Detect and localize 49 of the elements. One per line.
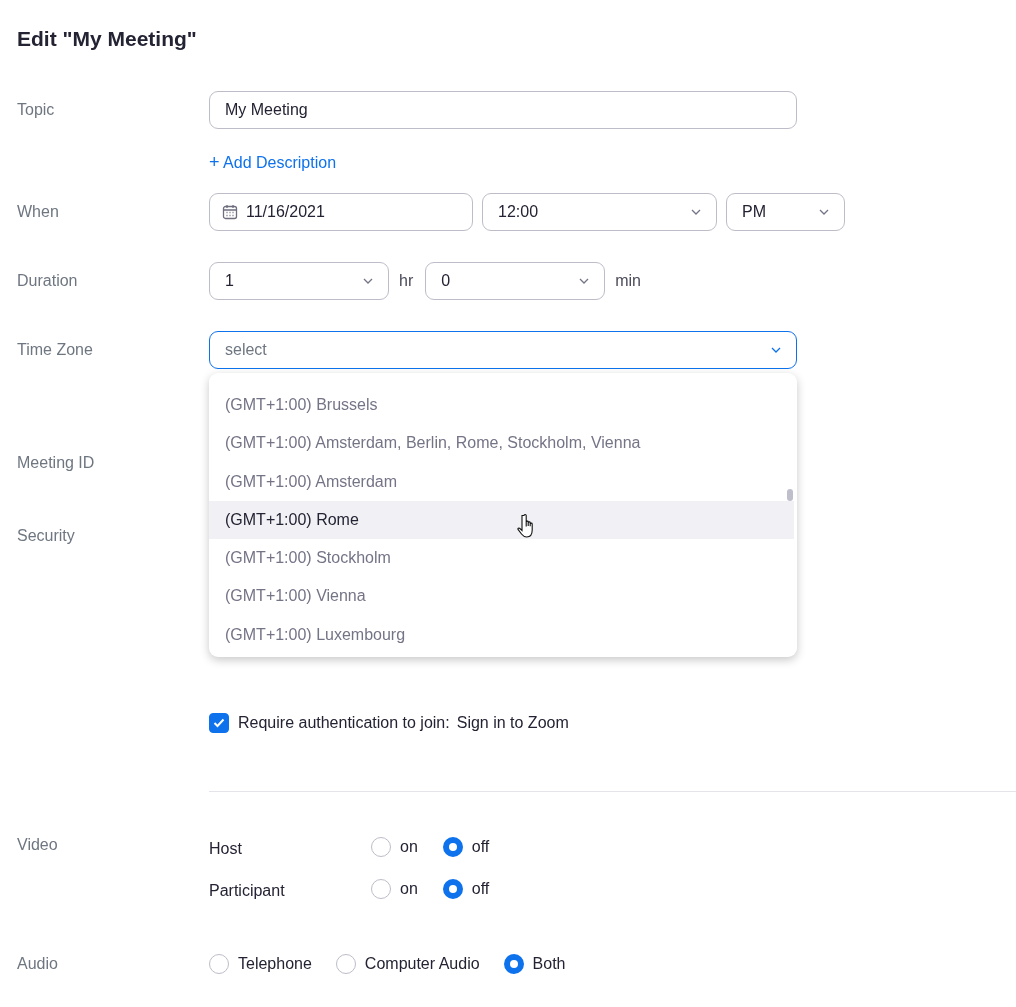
page-title: Edit "My Meeting" xyxy=(17,26,198,52)
chevron-down-icon xyxy=(363,278,373,284)
menu-item[interactable]: (GMT+1:00) Luxembourg xyxy=(209,615,794,655)
field-label: When xyxy=(17,203,60,221)
scrollbar-thumb xyxy=(787,489,793,501)
time-zone-dropdown[interactable]: select xyxy=(209,331,797,369)
add-description-link[interactable]: + Add Description xyxy=(209,151,337,173)
dropdown[interactable]: 1 xyxy=(209,262,389,300)
menu-item[interactable]: (GMT+1:00) Amsterdam xyxy=(209,462,794,501)
date-field[interactable]: 11/16/2021 xyxy=(209,193,473,231)
radio-label: off xyxy=(471,838,490,856)
menu-item[interactable]: (GMT+1:00) Vienna xyxy=(209,577,794,616)
checkbox[interactable] xyxy=(209,713,229,733)
field-label: Meeting ID xyxy=(17,454,96,472)
field-label: Security xyxy=(17,527,76,545)
field-label: Topic xyxy=(17,101,56,119)
field-label: Time Zone xyxy=(17,341,94,359)
radio-label: on xyxy=(400,880,418,898)
dropdown[interactable]: PM xyxy=(726,193,845,231)
unit-label: hr xyxy=(399,272,414,290)
radio-button[interactable] xyxy=(442,879,463,899)
topic-field[interactable]: My Meeting xyxy=(209,91,797,129)
menu-item[interactable]: (GMT+1:00) Rome xyxy=(209,500,794,540)
dropdown[interactable]: 0 xyxy=(425,262,606,300)
chevron-down-icon xyxy=(579,278,590,284)
field-label: Video xyxy=(17,836,59,854)
menu-item[interactable]: (GMT+1:00) Stockholm xyxy=(209,539,794,578)
authentication-value: Sign in to Zoom xyxy=(456,714,569,732)
radio-button[interactable] xyxy=(442,837,463,857)
menu-item[interactable]: (GMT+1:00) Brussels xyxy=(209,386,794,425)
radio-label: on xyxy=(400,838,418,856)
checkmark-icon xyxy=(213,718,225,728)
radio-button[interactable] xyxy=(503,954,524,974)
field-label: Duration xyxy=(17,272,79,290)
calendar-icon xyxy=(222,204,238,220)
chevron-down-icon xyxy=(771,347,781,353)
chevron-down-icon xyxy=(819,209,829,215)
field-label: Host xyxy=(209,839,243,858)
radio-label: Both xyxy=(532,955,566,973)
unit-label: min xyxy=(615,272,641,290)
checkbox-label: Require authentication to join: xyxy=(238,714,450,732)
radio-label: Telephone xyxy=(238,955,312,973)
radio-label: Computer Audio xyxy=(364,955,480,973)
menu-item[interactable]: (GMT+1:00) Amsterdam, Berlin, Rome, Stockholm, Vienna xyxy=(209,424,794,463)
radio-label: off xyxy=(471,880,490,898)
field-label: Participant xyxy=(209,881,286,900)
field-label: Audio xyxy=(17,955,59,973)
dropdown[interactable]: 12:00 xyxy=(482,193,717,231)
chevron-down-icon xyxy=(691,209,701,215)
